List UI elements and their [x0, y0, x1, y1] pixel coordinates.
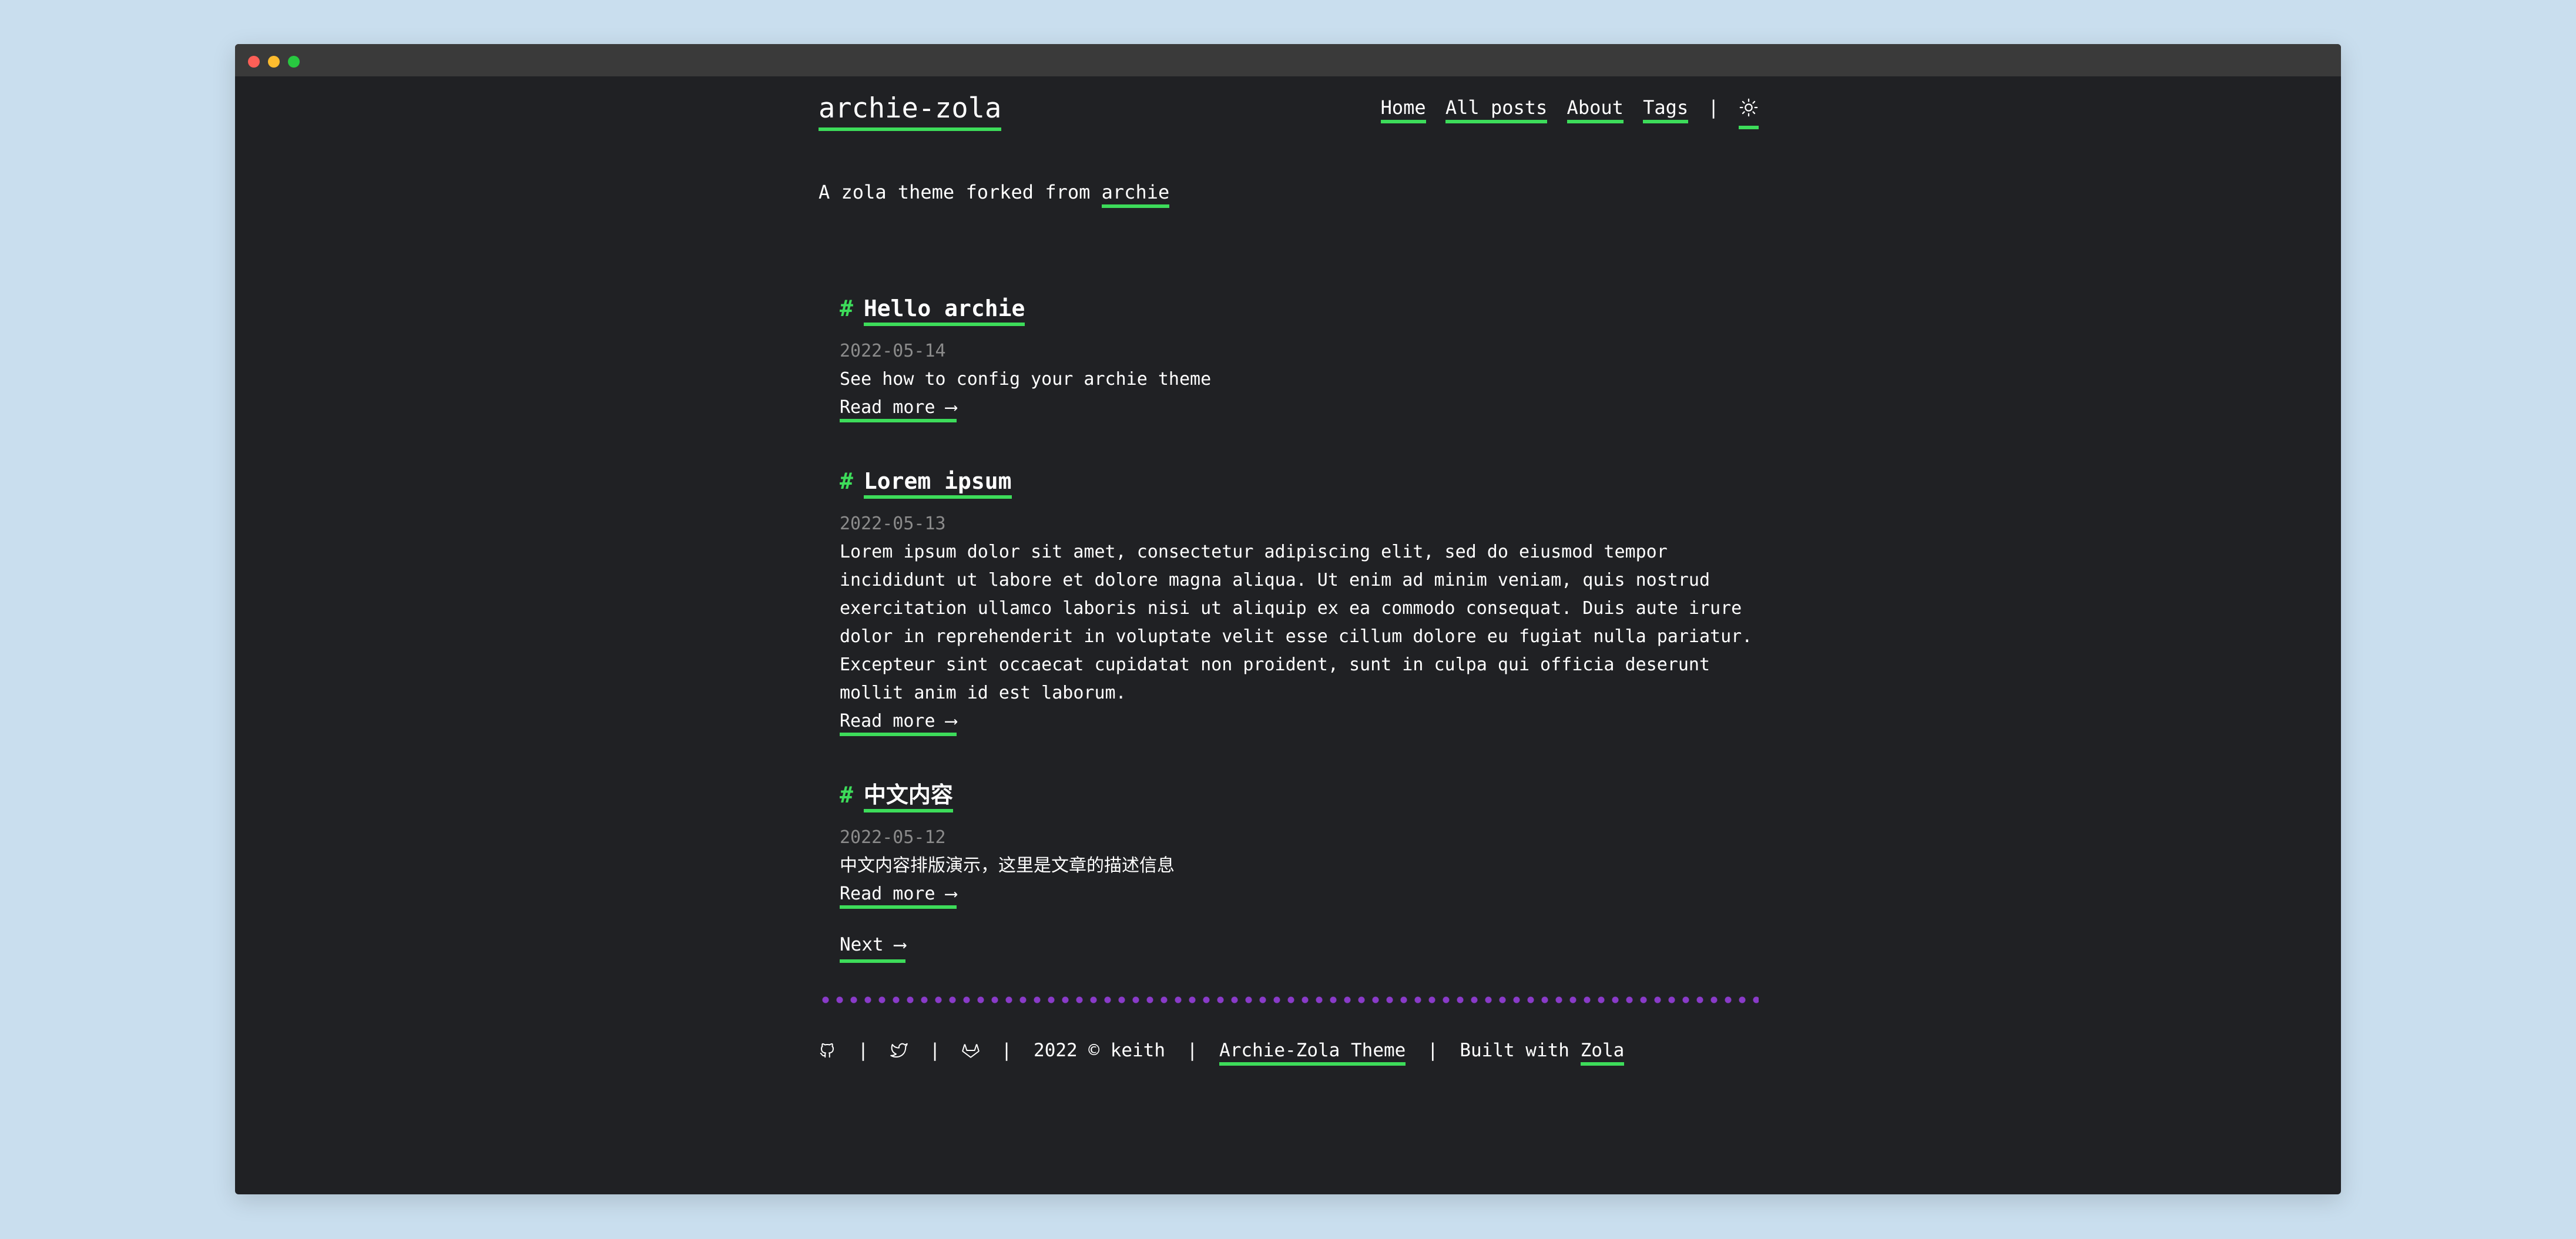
post-hash: #	[840, 296, 853, 321]
site-tagline: A zola theme forked from archie	[819, 179, 1170, 208]
post-date: 2022-05-12	[840, 827, 946, 848]
post-title-link[interactable]: Lorem ipsum	[863, 468, 1012, 499]
minimize-window-button[interactable]	[268, 56, 280, 68]
nav-home[interactable]: Home	[1380, 96, 1426, 123]
summary-line: exercitation ullamco laboris nisi ut ali…	[840, 598, 1742, 619]
post-date: 2022-05-13	[840, 513, 946, 534]
summary-line: Lorem ipsum dolor sit amet, consectetur …	[840, 542, 1668, 562]
tagline-text: A zola theme forked from	[819, 181, 1091, 203]
next-page-link[interactable]: Next ⟶	[840, 931, 905, 963]
post-item: # Hello archie 2022-05-14 See how to conf…	[840, 294, 1759, 422]
browser-window: archie-zola Home All posts About Tags |	[235, 44, 2341, 1194]
post-hash: #	[840, 782, 853, 808]
copyright-text: 2022 © keith	[1034, 1040, 1166, 1061]
main-nav: Home All posts About Tags |	[1373, 94, 1759, 129]
nav-about[interactable]: About	[1567, 96, 1624, 123]
footer-separator: |	[857, 1040, 869, 1061]
page-content: archie-zola Home All posts About Tags |	[819, 76, 1759, 1066]
post-title: # 中文内容	[840, 780, 1759, 812]
built-with-text: Built with	[1460, 1040, 1569, 1061]
summary-line: dolor in reprehenderit in voluptate veli…	[840, 626, 1753, 647]
post-item: # Lorem ipsum 2022-05-13 Lorem ipsum dolo…	[840, 466, 1759, 736]
footer-separator: |	[1186, 1040, 1198, 1061]
site-header: archie-zola Home All posts About Tags |	[819, 76, 1759, 147]
gitlab-icon[interactable]	[962, 1040, 980, 1067]
maximize-window-button[interactable]	[288, 56, 300, 68]
nav-all-posts[interactable]: All posts	[1445, 96, 1548, 123]
window-titlebar	[235, 44, 2341, 76]
post-title: # Hello archie	[840, 294, 1759, 326]
post-hash: #	[840, 468, 853, 494]
twitter-icon[interactable]	[890, 1040, 908, 1067]
theme-toggle-button[interactable]	[1739, 98, 1759, 129]
summary-line: mollit anim id est laborum.	[840, 683, 1126, 703]
post-title-link[interactable]: Hello archie	[863, 296, 1025, 326]
zola-link[interactable]: Zola	[1580, 1040, 1625, 1066]
summary-line: Excepteur sint occaecat cupidatat non pr…	[840, 654, 1710, 675]
footer-separator: |	[1427, 1040, 1438, 1061]
sun-icon	[1739, 98, 1758, 117]
read-more-link[interactable]: Read more ⟶	[840, 711, 957, 736]
archie-link[interactable]: archie	[1101, 181, 1170, 208]
post-title-link[interactable]: 中文内容	[863, 782, 953, 812]
theme-link[interactable]: Archie-Zola Theme	[1219, 1040, 1406, 1066]
close-window-button[interactable]	[248, 56, 260, 68]
summary-line: incididunt ut labore et dolore magna ali…	[840, 570, 1710, 590]
site-title-link[interactable]: archie-zola	[819, 91, 1002, 131]
read-more-link[interactable]: Read more ⟶	[840, 397, 957, 422]
dotted-divider	[819, 996, 1759, 1004]
post-summary: See how to config your archie theme	[840, 369, 1212, 390]
github-icon[interactable]	[819, 1040, 836, 1067]
post-date: 2022-05-14	[840, 341, 946, 361]
read-more-link[interactable]: Read more ⟶	[840, 884, 957, 909]
nav-separator: |	[1708, 96, 1719, 119]
footer-separator: |	[929, 1040, 941, 1061]
nav-tags[interactable]: Tags	[1643, 96, 1689, 123]
post-summary: Lorem ipsum dolor sit amet, consectetur …	[840, 538, 1759, 707]
site-footer: | | | 2022 © keith | Archie-Zola Theme |…	[819, 1037, 1625, 1067]
footer-separator: |	[1001, 1040, 1012, 1061]
post-title: # Lorem ipsum	[840, 466, 1759, 499]
post-item: # 中文内容 2022-05-12 中文内容排版演示，这里是文章的描述信息 Rea…	[840, 780, 1759, 909]
post-summary: 中文内容排版演示，这里是文章的描述信息	[840, 855, 1175, 876]
